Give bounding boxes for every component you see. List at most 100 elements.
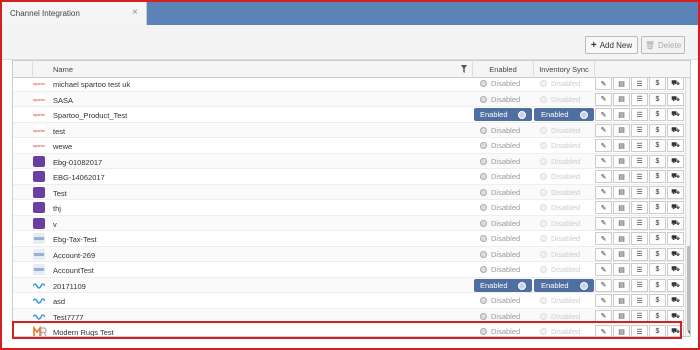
- enabled-toggle[interactable]: Disabled: [474, 263, 532, 276]
- enabled-toggle[interactable]: Disabled: [474, 294, 532, 307]
- enabled-toggle[interactable]: Disabled: [474, 124, 532, 137]
- enabled-toggle[interactable]: Disabled: [474, 155, 532, 168]
- table-row[interactable]: spartoo michael spartoo test uk Disabled Di…: [13, 78, 685, 92]
- enabled-toggle[interactable]: Disabled: [474, 310, 532, 323]
- dollar-icon[interactable]: $: [649, 92, 666, 106]
- dollar-icon[interactable]: $: [649, 201, 666, 214]
- table-row[interactable]: v Disabled Disabled ✎ ▤ ☰ $ ⛟: [13, 215, 685, 231]
- truck-icon[interactable]: ⛟: [667, 92, 684, 106]
- filter-icon[interactable]: [461, 65, 467, 73]
- book-icon[interactable]: ▤: [613, 170, 630, 183]
- truck-icon[interactable]: ⛟: [667, 294, 684, 307]
- list-icon[interactable]: ☰: [631, 294, 648, 307]
- book-icon[interactable]: ▤: [613, 247, 630, 261]
- truck-icon[interactable]: ⛟: [667, 247, 684, 261]
- enabled-toggle[interactable]: Disabled: [474, 78, 532, 90]
- edit-icon[interactable]: ✎: [595, 216, 612, 230]
- list-icon[interactable]: ☰: [631, 154, 648, 168]
- inventory-sync-toggle[interactable]: Disabled: [534, 124, 594, 137]
- book-icon[interactable]: ▤: [613, 263, 630, 276]
- list-icon[interactable]: ☰: [631, 78, 648, 90]
- truck-icon[interactable]: ⛟: [667, 309, 684, 323]
- inventory-sync-toggle[interactable]: Disabled: [534, 232, 594, 245]
- table-row[interactable]: Account-269 Disabled Disabled ✎ ▤ ☰ $ ⛟: [13, 246, 685, 262]
- table-row[interactable]: spartoo wewe Disabled Disabled ✎▤☰$⛟: [13, 138, 685, 154]
- enabled-toggle[interactable]: Enabled: [474, 278, 532, 292]
- truck-icon[interactable]: ⛟: [667, 108, 684, 121]
- dollar-icon[interactable]: $: [649, 216, 666, 230]
- inventory-sync-toggle[interactable]: Disabled: [534, 78, 594, 90]
- table-row[interactable]: spartoo SASA Disabled Disabled ✎▤☰$⛟: [13, 91, 685, 107]
- inventory-sync-toggle[interactable]: Disabled: [534, 201, 594, 214]
- inventory-sync-toggle[interactable]: Disabled: [534, 248, 594, 261]
- edit-icon[interactable]: ✎: [595, 92, 612, 106]
- book-icon[interactable]: ▤: [613, 232, 630, 245]
- list-icon[interactable]: ☰: [631, 139, 648, 152]
- column-header-name[interactable]: Name: [33, 61, 473, 78]
- enabled-toggle[interactable]: Enabled: [474, 108, 532, 121]
- table-row[interactable]: Modern Rugs Test Disabled Disabled ✎ ▤ ☰ $ ⛟: [13, 324, 685, 336]
- column-header-enabled[interactable]: Enabled: [473, 61, 534, 78]
- book-icon[interactable]: ▤: [613, 325, 630, 336]
- truck-icon[interactable]: ⛟: [667, 232, 684, 245]
- book-icon[interactable]: ▤: [613, 154, 630, 168]
- enabled-toggle[interactable]: Disabled: [474, 217, 532, 230]
- enabled-toggle[interactable]: Disabled: [474, 139, 532, 152]
- scroll-down-icon[interactable]: ▼: [686, 330, 690, 336]
- inventory-sync-toggle[interactable]: Disabled: [534, 263, 594, 276]
- edit-icon[interactable]: ✎: [595, 108, 612, 121]
- edit-icon[interactable]: ✎: [595, 263, 612, 276]
- truck-icon[interactable]: ⛟: [667, 139, 684, 152]
- inventory-sync-toggle[interactable]: Disabled: [534, 170, 594, 183]
- list-icon[interactable]: ☰: [631, 247, 648, 261]
- truck-icon[interactable]: ⛟: [667, 216, 684, 230]
- enabled-toggle[interactable]: Disabled: [474, 201, 532, 214]
- truck-icon[interactable]: ⛟: [667, 201, 684, 214]
- book-icon[interactable]: ▤: [613, 309, 630, 323]
- scrollbar[interactable]: ▼: [685, 78, 690, 336]
- table-row[interactable]: spartoo Spartoo_Product_Test Enabled Enable…: [13, 107, 685, 123]
- dollar-icon[interactable]: $: [649, 139, 666, 152]
- book-icon[interactable]: ▤: [613, 185, 630, 199]
- dollar-icon[interactable]: $: [649, 154, 666, 168]
- edit-icon[interactable]: ✎: [595, 185, 612, 199]
- table-row[interactable]: thj Disabled Disabled ✎ ▤ ☰ $ ⛟: [13, 200, 685, 216]
- dollar-icon[interactable]: $: [649, 263, 666, 276]
- inventory-sync-toggle[interactable]: Disabled: [534, 155, 594, 168]
- close-icon[interactable]: ×: [132, 7, 138, 18]
- dollar-icon[interactable]: $: [649, 325, 666, 336]
- truck-icon[interactable]: ⛟: [667, 263, 684, 276]
- enabled-toggle[interactable]: Disabled: [474, 232, 532, 245]
- inventory-sync-toggle[interactable]: Enabled: [534, 278, 594, 292]
- inventory-sync-toggle[interactable]: Disabled: [534, 294, 594, 307]
- list-icon[interactable]: ☰: [631, 232, 648, 245]
- book-icon[interactable]: ▤: [613, 294, 630, 307]
- list-icon[interactable]: ☰: [631, 201, 648, 214]
- book-icon[interactable]: ▤: [613, 216, 630, 230]
- edit-icon[interactable]: ✎: [595, 278, 612, 292]
- table-row[interactable]: asd Disabled Disabled ✎ ▤ ☰ $ ⛟: [13, 293, 685, 309]
- add-new-button[interactable]: + Add New: [585, 36, 638, 54]
- edit-icon[interactable]: ✎: [595, 139, 612, 152]
- dollar-icon[interactable]: $: [649, 170, 666, 183]
- edit-icon[interactable]: ✎: [595, 78, 612, 90]
- dollar-icon[interactable]: $: [649, 123, 666, 137]
- table-row[interactable]: Ebg-01082017 Disabled Disabled ✎ ▤ ☰ $ ⛟: [13, 153, 685, 169]
- book-icon[interactable]: ▤: [613, 92, 630, 106]
- dollar-icon[interactable]: $: [649, 78, 666, 90]
- delete-button[interactable]: 🗑 Delete: [641, 36, 685, 54]
- scrollbar-thumb[interactable]: [687, 246, 690, 331]
- book-icon[interactable]: ▤: [613, 78, 630, 90]
- truck-icon[interactable]: ⛟: [667, 154, 684, 168]
- list-icon[interactable]: ☰: [631, 108, 648, 121]
- list-icon[interactable]: ☰: [631, 325, 648, 336]
- dollar-icon[interactable]: $: [649, 247, 666, 261]
- list-icon[interactable]: ☰: [631, 263, 648, 276]
- book-icon[interactable]: ▤: [613, 108, 630, 121]
- truck-icon[interactable]: ⛟: [667, 123, 684, 137]
- dollar-icon[interactable]: $: [649, 278, 666, 292]
- enabled-toggle[interactable]: Disabled: [474, 325, 532, 336]
- column-header-inventory-sync[interactable]: Inventory Sync: [534, 61, 595, 78]
- dollar-icon[interactable]: $: [649, 294, 666, 307]
- truck-icon[interactable]: ⛟: [667, 278, 684, 292]
